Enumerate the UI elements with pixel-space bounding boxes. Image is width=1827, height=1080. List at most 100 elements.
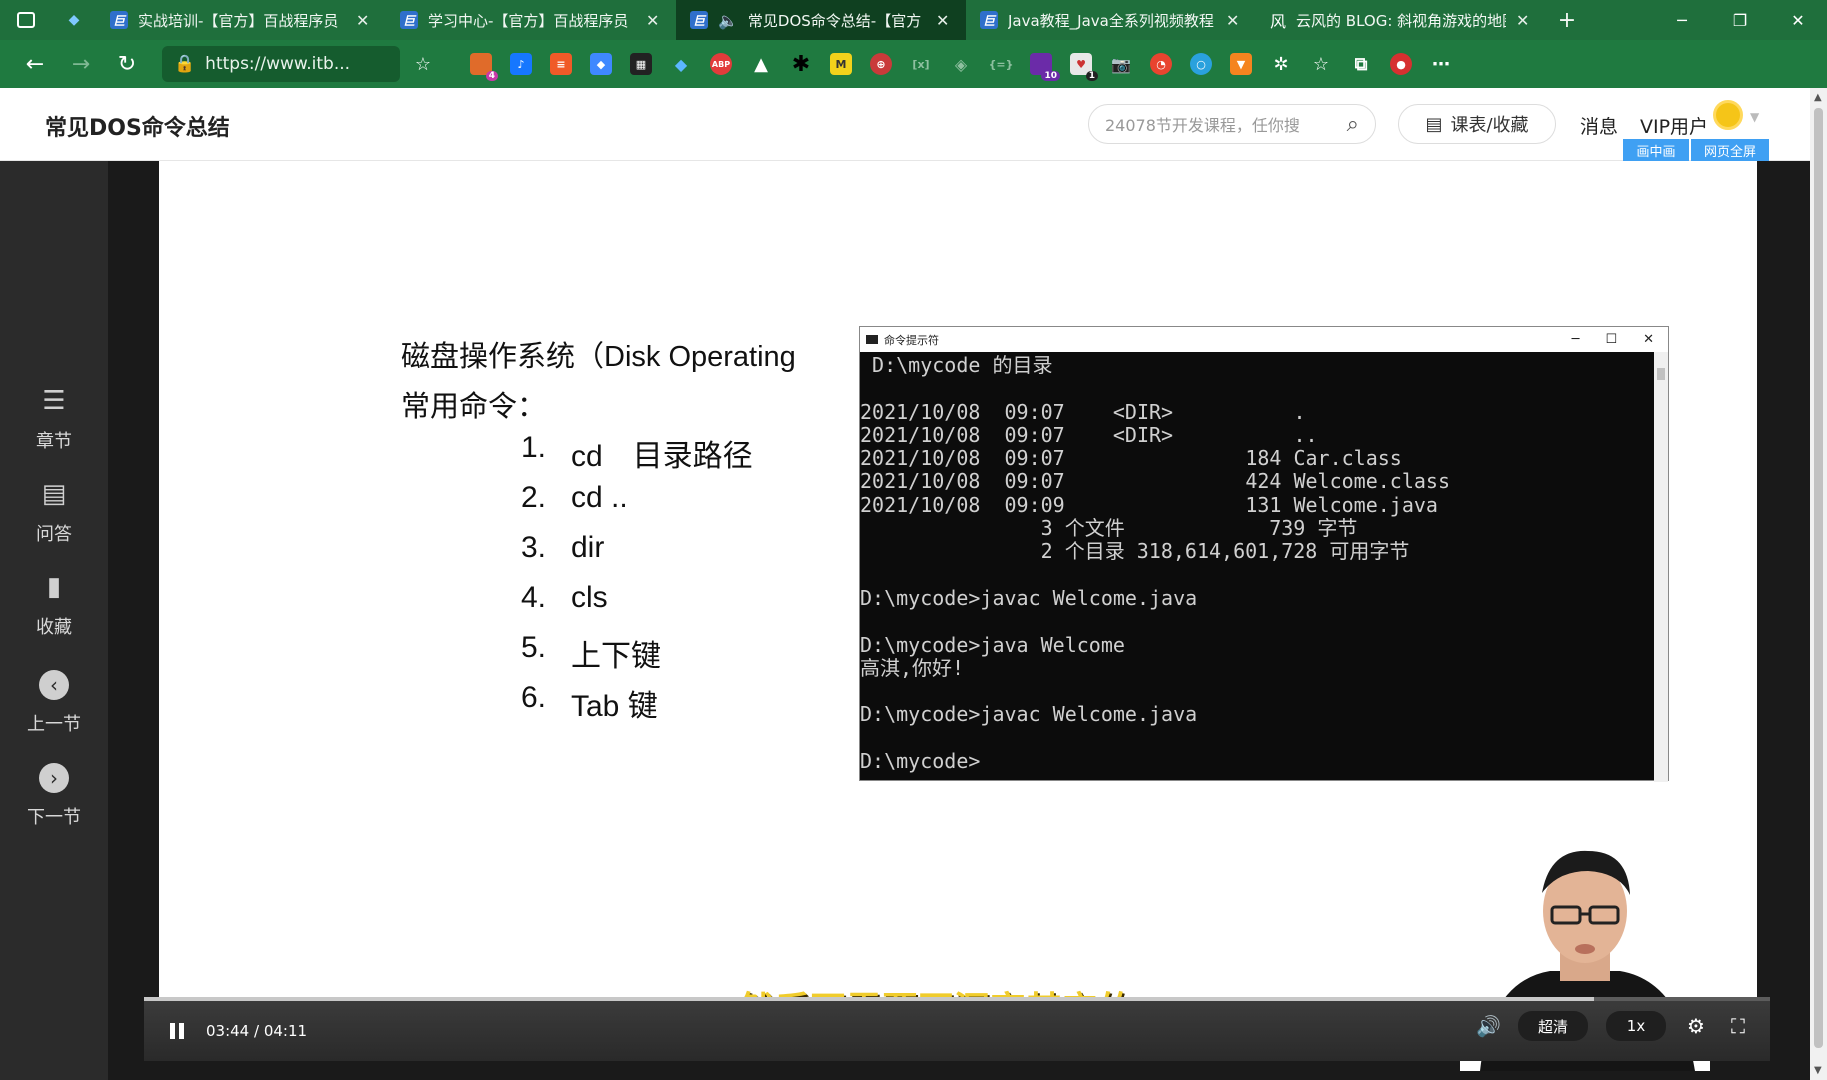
add-favorite-icon[interactable]: ☆ (400, 44, 446, 84)
calendar-icon: ▤ (1425, 113, 1443, 135)
tab-close-icon[interactable]: ✕ (936, 11, 952, 30)
diamond-ext-icon[interactable]: ◈ (950, 53, 972, 75)
web-fullscreen-button[interactable]: 网页全屏 (1691, 139, 1769, 161)
cmd-line: 3 个文件 739 字节 (860, 516, 1358, 541)
bracket-ext-icon[interactable]: [x] (910, 53, 932, 75)
tab-actions-icon[interactable] (0, 0, 52, 40)
cmd-minimize-icon: ─ (1571, 332, 1580, 347)
calculator-ext-icon[interactable]: ▦ (630, 53, 652, 75)
cmd-line (860, 564, 1654, 587)
list-item: 3. dir (521, 531, 605, 564)
speed-selector[interactable]: 1x (1606, 1011, 1666, 1041)
cmd-line: D:\mycode> (860, 749, 981, 774)
site-favicon-icon: 巨 (400, 11, 418, 29)
cmd-line: D:\mycode>java Welcome (860, 632, 1125, 657)
next-icon: › (39, 763, 69, 793)
cmd-output: D:\mycode 的目录 2021/10/08 09:07 <DIR> . 202… (860, 352, 1654, 782)
tab-1[interactable]: 巨 学习中心-【官方】百战程序员 ✕ (386, 0, 676, 40)
sidebar-item-previous[interactable]: ‹ 上一节 (0, 666, 108, 736)
adblock-ext-icon[interactable]: ABP (710, 53, 732, 75)
purple-ext-icon[interactable]: 10 (1030, 53, 1060, 81)
asterisk-ext-icon[interactable]: ✱ (790, 52, 812, 77)
collections-icon[interactable]: ⧉ (1350, 53, 1372, 75)
bookmark-icon: ▮ (46, 572, 62, 602)
scroll-thumb[interactable] (1814, 108, 1823, 1048)
tab-4[interactable]: 风 云风的 BLOG: 斜视角游戏的地图 ✕ (1256, 0, 1546, 40)
reload-icon[interactable]: ↻ (104, 44, 150, 84)
courses-favorites-button[interactable]: ▤ 课表/收藏 (1398, 104, 1556, 144)
opera-ext-icon[interactable]: ◔ (1150, 53, 1172, 75)
list-item: 2. cd .. (521, 481, 628, 514)
messages-link[interactable]: 消息 (1580, 112, 1618, 139)
tab-close-icon[interactable]: ✕ (356, 11, 372, 30)
slide-heading: 磁盘操作系统（Disk Operating (401, 341, 796, 373)
cmd-line (860, 727, 1654, 750)
vip-user-link[interactable]: VIP用户 (1640, 112, 1708, 139)
picture-in-picture-button[interactable]: 画中画 (1623, 139, 1689, 161)
extension-badge-icon[interactable]: 4 (470, 53, 498, 81)
tab-close-icon[interactable]: ✕ (646, 11, 662, 30)
sidebar-item-bookmark[interactable]: ▮ 收藏 (0, 569, 108, 639)
curly-ext-icon[interactable]: {=} (989, 53, 1014, 75)
red-ext-icon[interactable]: ♥ 1 (1070, 53, 1098, 81)
favorites-icon[interactable]: ☆ (1310, 53, 1332, 75)
tab-3[interactable]: 巨 Java教程_Java全系列视频教程 ✕ (966, 0, 1256, 40)
list-item: 6. Tab 键 (521, 681, 658, 723)
mountain-ext-icon[interactable]: ▲ (750, 53, 772, 75)
fox-ext-icon[interactable]: ▼ (1230, 53, 1252, 75)
audio-playing-icon[interactable]: 🔈 (718, 11, 738, 30)
tiktok-ext-icon[interactable]: ♪ (510, 53, 532, 75)
settings-gear-icon[interactable]: ⚙ (1684, 1014, 1708, 1038)
site-favicon-icon: 巨 (690, 11, 708, 29)
window-controls: ─ ❐ ✕ (1653, 0, 1827, 40)
chapters-icon: ☰ (42, 386, 66, 416)
sidebar-item-next[interactable]: › 下一节 (0, 759, 108, 829)
address-bar[interactable]: 🔒 https://www.itb... (162, 46, 400, 82)
translate-ext-icon[interactable]: ⊕ (870, 53, 892, 75)
tab-2-active[interactable]: 巨 🔈 常见DOS命令总结-【官方 ✕ (676, 0, 966, 40)
cmd-line: D:\mycode>javac Welcome.java (860, 585, 1198, 610)
pin-ext-icon[interactable]: ◆ (670, 53, 692, 75)
search-input[interactable]: 24078节开发课程，任你搜 ⌕ (1088, 104, 1376, 144)
more-menu-icon[interactable]: ⋯ (1430, 53, 1452, 75)
notes-ext-icon[interactable]: ≡ (550, 53, 572, 75)
tab-close-icon[interactable]: ✕ (1516, 11, 1532, 30)
back-icon[interactable]: ← (12, 44, 58, 84)
volume-icon[interactable]: 🔊 (1476, 1014, 1501, 1038)
page-scrollbar[interactable]: ▲ ▼ (1810, 88, 1827, 1080)
scroll-up-icon[interactable]: ▲ (1814, 92, 1822, 103)
forward-icon[interactable]: → (58, 44, 104, 84)
search-icon[interactable]: ⌕ (1347, 112, 1359, 137)
site-favicon-icon: 巨 (980, 11, 998, 29)
apps-ext-icon[interactable]: ◆ (590, 53, 612, 75)
cmd-line: D:\mycode>javac Welcome.java (860, 702, 1198, 727)
pinned-tab[interactable]: ◆ (52, 0, 96, 40)
restore-icon[interactable]: ❐ (1711, 0, 1769, 40)
list-item: 1. cd 目录路径 (521, 431, 753, 473)
circle-ext-icon[interactable]: ○ (1190, 53, 1212, 75)
camera-ext-icon[interactable]: 📷 (1110, 53, 1132, 75)
fullscreen-icon[interactable]: ⛶ (1726, 1014, 1750, 1038)
tab-close-icon[interactable]: ✕ (1226, 11, 1242, 30)
close-window-icon[interactable]: ✕ (1769, 0, 1827, 40)
browser-tab-bar: ◆ 巨 实战培训-【官方】百战程序员 ✕ 巨 学习中心-【官方】百战程序员 ✕ … (0, 0, 1827, 40)
tab-0[interactable]: 巨 实战培训-【官方】百战程序员 ✕ (96, 0, 386, 40)
cmd-close-icon: ✕ (1643, 332, 1654, 347)
m-ext-icon[interactable]: M (830, 53, 852, 75)
site-favicon-icon: 巨 (110, 11, 128, 29)
cmd-maximize-icon: ☐ (1605, 332, 1618, 347)
profile-avatar[interactable]: ● (1390, 53, 1412, 75)
cmd-line (860, 377, 1654, 400)
quality-selector[interactable]: 超清 (1518, 1011, 1588, 1041)
new-tab-button[interactable]: + (1546, 0, 1588, 40)
video-player[interactable]: 磁盘操作系统（Disk Operating 常用命令： 1. cd 目录路径 2.… (108, 161, 1810, 1080)
sidebar-item-chapters[interactable]: ☰ 章节 (0, 383, 108, 453)
lock-icon: 🔒 (174, 54, 196, 74)
scroll-down-icon[interactable]: ▼ (1814, 1065, 1822, 1076)
minimize-icon[interactable]: ─ (1653, 0, 1711, 40)
lesson-sidebar: ☰ 章节 ▤ 问答 ▮ 收藏 ‹ 上一节 › 下一节 (0, 161, 108, 1080)
pause-button[interactable] (170, 1021, 190, 1041)
extensions-icon[interactable]: ✲ (1270, 53, 1292, 75)
sidebar-item-qa[interactable]: ▤ 问答 (0, 476, 108, 546)
chevron-down-icon[interactable]: ▼ (1750, 110, 1759, 124)
